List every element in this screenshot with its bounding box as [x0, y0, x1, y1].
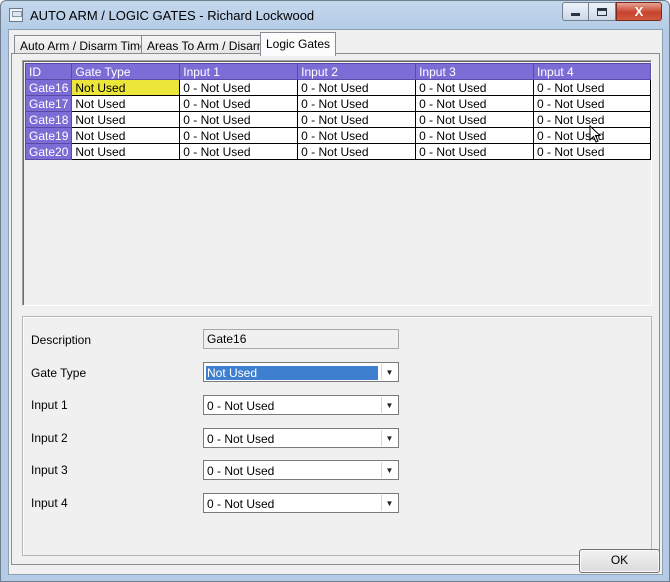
input1-select[interactable]: 0 - Not Used ▼	[203, 395, 399, 415]
chevron-down-icon[interactable]: ▼	[381, 495, 397, 511]
chevron-down-icon[interactable]: ▼	[381, 397, 397, 413]
input1-cell[interactable]: 0 - Not Used	[179, 111, 299, 128]
input2-cell[interactable]: 0 - Not Used	[297, 79, 417, 96]
row-id-cell[interactable]: Gate17	[24, 95, 73, 112]
gate-detail-group: Description Gate16 Gate Type Not Used ▼ …	[22, 316, 652, 556]
input3-label: Input 3	[31, 463, 68, 477]
row-id-cell[interactable]: Gate18	[24, 111, 73, 128]
input1-cell[interactable]: 0 - Not Used	[179, 95, 299, 112]
input3-cell[interactable]: 0 - Not Used	[415, 111, 535, 128]
gate-type-cell[interactable]: Not Used	[71, 143, 181, 160]
table-row[interactable]: Gate17 Not Used 0 - Not Used 0 - Not Use…	[24, 95, 651, 112]
input3-selected-value: 0 - Not Used	[207, 464, 275, 478]
input2-cell[interactable]: 0 - Not Used	[297, 95, 417, 112]
input3-cell[interactable]: 0 - Not Used	[415, 127, 535, 144]
input4-cell[interactable]: 0 - Not Used	[533, 143, 651, 160]
input4-label: Input 4	[31, 496, 68, 510]
gate-type-cell[interactable]: Not Used	[71, 79, 181, 96]
gates-grid[interactable]: ID Gate Type Input 1 Input 2 Input 3 Inp…	[22, 60, 652, 306]
input1-selected-value: 0 - Not Used	[207, 399, 275, 413]
app-icon	[9, 8, 23, 22]
gate-type-label: Gate Type	[31, 366, 87, 380]
row-id-cell[interactable]: Gate20	[24, 143, 73, 160]
row-id-cell[interactable]: Gate19	[24, 127, 73, 144]
gate-type-cell[interactable]: Not Used	[71, 111, 181, 128]
input3-select[interactable]: 0 - Not Used ▼	[203, 460, 399, 480]
gate-type-cell[interactable]: Not Used	[71, 127, 181, 144]
maximize-icon	[597, 7, 607, 16]
ok-button[interactable]: OK	[579, 549, 660, 573]
input2-cell[interactable]: 0 - Not Used	[297, 143, 417, 160]
chevron-down-icon[interactable]: ▼	[381, 430, 397, 446]
minimize-icon	[571, 13, 580, 16]
logic-gates-panel: ID Gate Type Input 1 Input 2 Input 3 Inp…	[11, 53, 660, 565]
row-id-cell[interactable]: Gate16	[24, 79, 73, 96]
table-row[interactable]: Gate19 Not Used 0 - Not Used 0 - Not Use…	[24, 127, 651, 144]
mouse-cursor-icon	[589, 125, 602, 143]
col-header-input1[interactable]: Input 1	[179, 63, 299, 80]
window-title: AUTO ARM / LOGIC GATES - Richard Lockwoo…	[30, 8, 315, 23]
col-header-input4[interactable]: Input 4	[533, 63, 651, 80]
input4-cell[interactable]: 0 - Not Used	[533, 95, 651, 112]
close-icon: X	[634, 4, 644, 19]
col-header-input2[interactable]: Input 2	[297, 63, 417, 80]
input2-cell[interactable]: 0 - Not Used	[297, 111, 417, 128]
grid-header-row: ID Gate Type Input 1 Input 2 Input 3 Inp…	[24, 63, 651, 80]
col-header-id[interactable]: ID	[24, 63, 73, 80]
col-header-input3[interactable]: Input 3	[415, 63, 535, 80]
table-row[interactable]: Gate16 Not Used 0 - Not Used 0 - Not Use…	[24, 79, 651, 96]
minimize-button[interactable]	[562, 2, 589, 21]
tab-logic-gates[interactable]: Logic Gates	[260, 32, 337, 56]
dialog-window: AUTO ARM / LOGIC GATES - Richard Lockwoo…	[0, 0, 670, 582]
col-header-gate-type[interactable]: Gate Type	[71, 63, 181, 80]
chevron-down-icon[interactable]: ▼	[381, 462, 397, 478]
input4-cell[interactable]: 0 - Not Used	[533, 79, 651, 96]
input3-cell[interactable]: 0 - Not Used	[415, 143, 535, 160]
tab-auto-arm-timer[interactable]: Auto Arm / Disarm Timer	[14, 35, 157, 55]
gates-table: ID Gate Type Input 1 Input 2 Input 3 Inp…	[24, 63, 651, 160]
table-row[interactable]: Gate18 Not Used 0 - Not Used 0 - Not Use…	[24, 111, 651, 128]
chevron-down-icon[interactable]: ▼	[381, 364, 397, 380]
gate-type-cell[interactable]: Not Used	[71, 95, 181, 112]
title-bar[interactable]: AUTO ARM / LOGIC GATES - Richard Lockwoo…	[1, 1, 669, 29]
input1-cell[interactable]: 0 - Not Used	[179, 143, 299, 160]
description-label: Description	[31, 333, 92, 347]
table-row[interactable]: Gate20 Not Used 0 - Not Used 0 - Not Use…	[24, 143, 651, 160]
client-area: Auto Arm / Disarm Timer Areas To Arm / D…	[8, 29, 663, 575]
input3-cell[interactable]: 0 - Not Used	[415, 95, 535, 112]
close-button[interactable]: X	[616, 2, 662, 21]
input2-label: Input 2	[31, 431, 68, 445]
tab-areas-to-arm[interactable]: Areas To Arm / Disarm	[141, 35, 273, 55]
input4-select[interactable]: 0 - Not Used ▼	[203, 493, 399, 513]
gate-type-select[interactable]: Not Used ▼	[203, 362, 399, 382]
input1-cell[interactable]: 0 - Not Used	[179, 79, 299, 96]
input1-label: Input 1	[31, 398, 68, 412]
input2-select[interactable]: 0 - Not Used ▼	[203, 428, 399, 448]
input3-cell[interactable]: 0 - Not Used	[415, 79, 535, 96]
input2-selected-value: 0 - Not Used	[207, 432, 275, 446]
input4-selected-value: 0 - Not Used	[207, 497, 275, 511]
input1-cell[interactable]: 0 - Not Used	[179, 127, 299, 144]
maximize-button[interactable]	[589, 2, 616, 21]
description-field: Gate16	[203, 329, 399, 349]
gate-type-selected-value: Not Used	[206, 366, 378, 380]
input2-cell[interactable]: 0 - Not Used	[297, 127, 417, 144]
